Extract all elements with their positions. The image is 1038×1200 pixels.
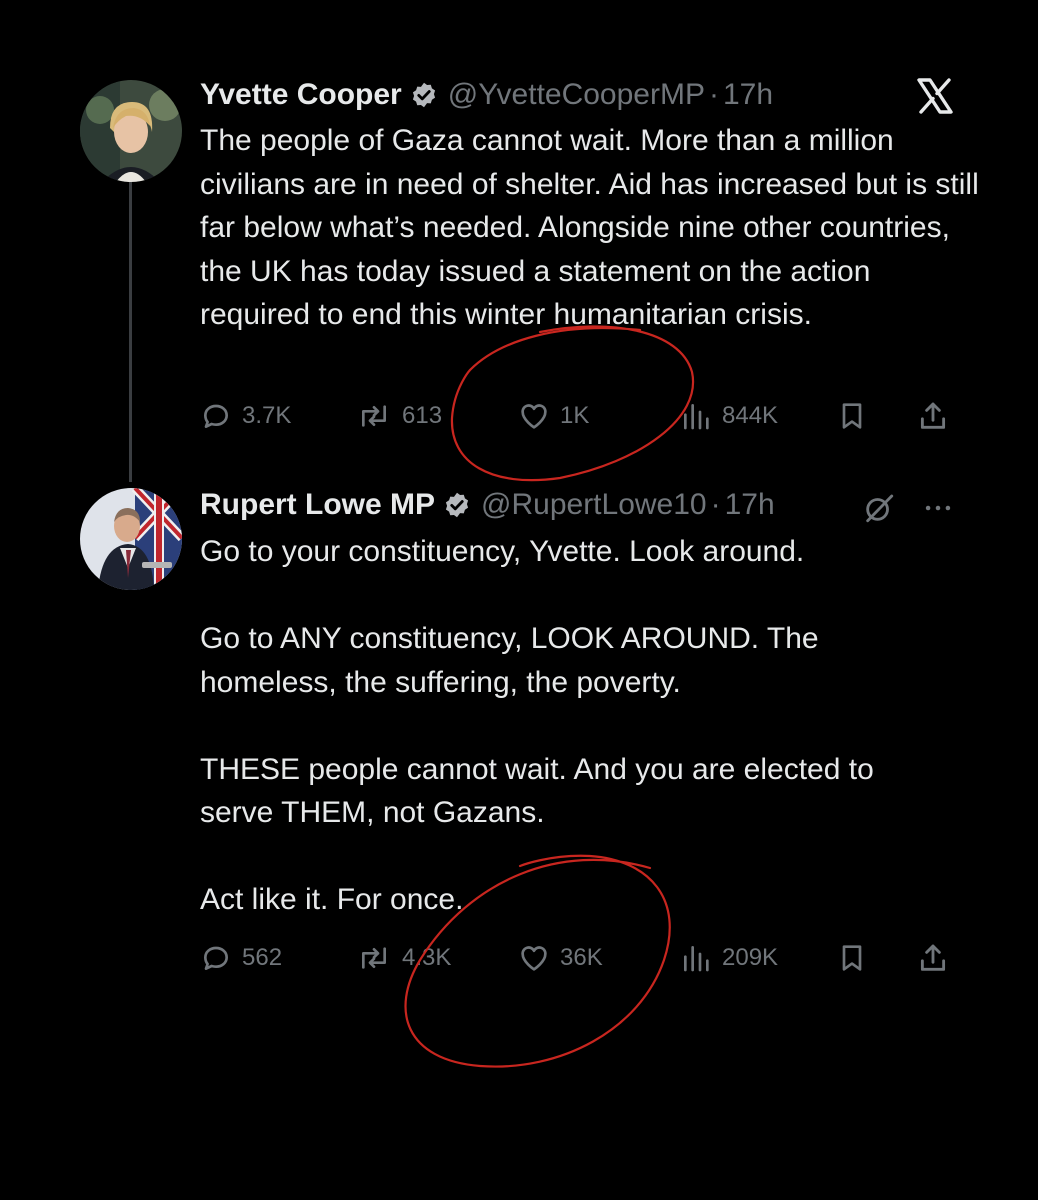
bookmark-icon xyxy=(842,403,862,429)
tweet-paragraph: Go to your constituency, Yvette. Look ar… xyxy=(200,535,805,568)
share-icon xyxy=(920,944,946,971)
share-button[interactable] xyxy=(916,938,960,978)
tweet-paragraph: The people of Gaza cannot wait. More tha… xyxy=(200,124,979,331)
share-icon xyxy=(920,402,946,429)
author-name[interactable]: Rupert Lowe MP xyxy=(200,488,435,522)
repost-icon xyxy=(362,947,386,969)
tweet-header: Yvette Cooper @YvetteCooperMP · 17h xyxy=(200,75,773,115)
tweet-header: Rupert Lowe MP @RupertLowe10 · 17h xyxy=(200,485,775,525)
bookmark-button[interactable] xyxy=(836,396,878,436)
tweet-actions-yvette: 3.7K 613 1K 844K xyxy=(200,396,960,436)
repost-count: 4.3K xyxy=(402,944,452,971)
x-logo-icon xyxy=(915,76,955,116)
views-button[interactable]: 209K xyxy=(680,938,778,978)
author-name[interactable]: Yvette Cooper xyxy=(200,78,402,112)
bookmark-button[interactable] xyxy=(836,938,878,978)
tweet-body-rupert: Go to your constituency, Yvette. Look ar… xyxy=(200,530,980,922)
like-count: 36K xyxy=(560,944,603,971)
heart-icon xyxy=(521,404,547,429)
tweet-body-yvette: The people of Gaza cannot wait. More tha… xyxy=(200,119,980,337)
author-handle[interactable]: @RupertLowe10 xyxy=(481,488,707,522)
repost-button[interactable]: 613 xyxy=(356,396,442,436)
timestamp[interactable]: 17h xyxy=(723,78,773,112)
verified-badge-icon xyxy=(410,81,438,109)
reply-button[interactable]: 3.7K xyxy=(200,396,291,436)
avatar-rupert-lowe[interactable] xyxy=(80,488,182,590)
views-count: 844K xyxy=(722,402,779,429)
reply-icon xyxy=(204,946,228,970)
timestamp[interactable]: 17h xyxy=(725,488,775,522)
like-button[interactable]: 36K xyxy=(518,938,603,978)
avatar-yvette-cooper[interactable] xyxy=(80,80,182,182)
author-handle[interactable]: @YvetteCooperMP xyxy=(448,78,705,112)
reply-count: 3.7K xyxy=(242,402,292,429)
reply-count: 562 xyxy=(242,944,283,971)
repost-count: 613 xyxy=(402,402,443,429)
tweet-paragraph: Go to ANY constituency, LOOK AROUND. The… xyxy=(200,622,819,699)
tweet-actions-rupert: 562 4.3K 36K 209K xyxy=(200,938,960,978)
bookmark-icon xyxy=(842,945,862,971)
reply-button[interactable]: 562 xyxy=(200,938,282,978)
views-count: 209K xyxy=(722,944,779,971)
like-count: 1K xyxy=(560,402,590,429)
views-button[interactable]: 844K xyxy=(680,396,778,436)
dot-separator: · xyxy=(710,488,721,521)
reply-icon xyxy=(204,404,228,428)
more-icon xyxy=(925,505,951,511)
grok-icon xyxy=(866,494,894,523)
heart-icon xyxy=(521,946,547,971)
views-chart-icon xyxy=(684,404,709,430)
repost-button[interactable]: 4.3K xyxy=(356,938,451,978)
tweet-paragraph: THESE people cannot wait. And you are el… xyxy=(200,752,874,830)
verified-badge-icon xyxy=(443,491,471,519)
views-chart-icon xyxy=(684,946,709,972)
tweet-paragraph: Act like it. For once. xyxy=(200,883,464,916)
grok-button[interactable] xyxy=(862,488,896,528)
like-button[interactable]: 1K xyxy=(518,396,589,436)
thread-connector-line xyxy=(129,180,132,482)
more-button[interactable] xyxy=(920,488,956,528)
share-button[interactable] xyxy=(916,396,960,436)
dot-separator: · xyxy=(708,78,719,111)
repost-icon xyxy=(362,405,386,427)
